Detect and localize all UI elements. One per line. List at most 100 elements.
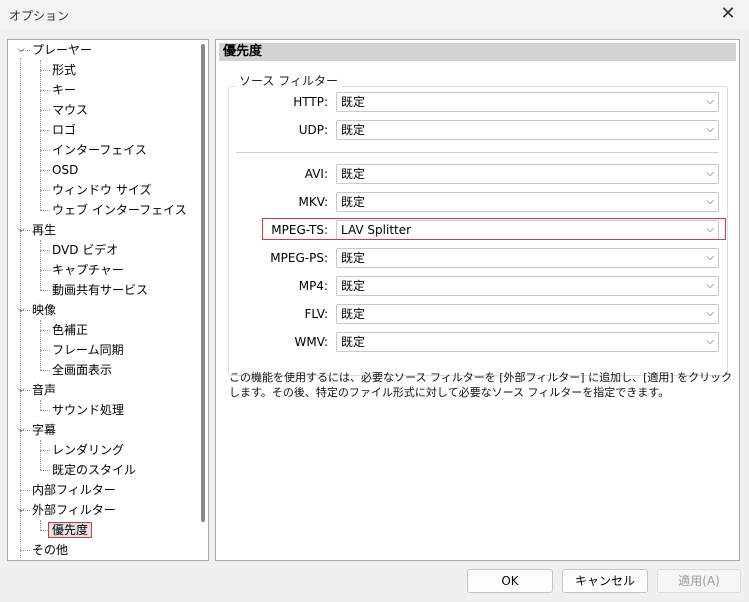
- filter-select[interactable]: 既定 ⌵: [336, 248, 719, 268]
- tree-item[interactable]: キー: [52, 80, 76, 100]
- filter-label: UDP:: [298, 123, 328, 137]
- tree-connector: [40, 130, 50, 131]
- filter-select[interactable]: 既定 ⌵: [336, 304, 719, 324]
- tree-connector: [40, 60, 41, 210]
- tree-item[interactable]: DVD ビデオ: [52, 240, 118, 260]
- tree-category[interactable]: ⌵ 再生: [17, 220, 57, 240]
- chevron-down-icon[interactable]: ⌵: [15, 420, 27, 440]
- tree-item-label: 形式: [52, 63, 77, 77]
- settings-panel: 優先度 ソース フィルター HTTP: 既定 ⌵ UDP: 既定 ⌵ AVI: 既定 ⌵ MKV:…: [215, 39, 740, 561]
- filter-select[interactable]: 既定 ⌵: [336, 192, 719, 212]
- chevron-down-icon[interactable]: ⌵: [15, 300, 27, 320]
- filter-label: MKV:: [298, 195, 329, 209]
- tree-item[interactable]: 既定のスタイル: [52, 460, 136, 480]
- tree-item-label: フレーム同期: [52, 343, 124, 357]
- ok-button[interactable]: OK: [467, 569, 553, 593]
- apply-button[interactable]: 適用(A): [657, 569, 741, 593]
- tree-connector: [40, 240, 41, 290]
- filter-select[interactable]: 既定 ⌵: [336, 120, 719, 140]
- tree-category[interactable]: その他: [32, 540, 68, 560]
- tree-category[interactable]: ⌵ プレーヤー: [17, 40, 92, 60]
- tree-item[interactable]: 形式: [52, 60, 76, 80]
- tree-item-label: 動画共有サービス: [52, 283, 149, 297]
- highlight-box: [262, 218, 726, 240]
- filter-select-value: 既定: [341, 123, 366, 137]
- cancel-button[interactable]: キャンセル: [562, 569, 648, 593]
- tree-item-label: 音声: [32, 383, 57, 397]
- chevron-down-icon[interactable]: ⌵: [15, 40, 27, 60]
- tree-connector: [40, 520, 41, 530]
- chevron-down-icon: ⌵: [706, 168, 714, 179]
- filter-select[interactable]: 既定 ⌵: [336, 164, 719, 184]
- filter-select-value: 既定: [341, 335, 366, 349]
- tree-item[interactable]: ウィンドウ サイズ: [52, 180, 151, 200]
- tree-item-label: レンダリング: [52, 443, 125, 457]
- tree-connector: [40, 320, 41, 370]
- tree-item[interactable]: 全画面表示: [52, 360, 112, 380]
- tree-item-label: ロゴ: [52, 123, 77, 137]
- tree-item-label: 再生: [32, 223, 57, 237]
- tree-item[interactable]: 動画共有サービス: [52, 280, 148, 300]
- tree-item[interactable]: インターフェイス: [52, 140, 147, 160]
- tree-item[interactable]: レンダリング: [52, 440, 124, 460]
- tree-item-label: 映像: [32, 303, 57, 317]
- tree-item-label: 優先度: [47, 522, 93, 538]
- tree-item[interactable]: ウェブ インターフェイス: [52, 200, 187, 220]
- tree-item[interactable]: マウス: [52, 100, 88, 120]
- tree-category[interactable]: ⌵ 映像: [17, 300, 57, 320]
- filter-label: HTTP:: [293, 95, 328, 109]
- filter-select-value: 既定: [341, 95, 366, 109]
- tree-item[interactable]: フレーム同期: [52, 340, 124, 360]
- tree-category[interactable]: ⌵ 音声: [17, 380, 57, 400]
- tree-category[interactable]: ⌵ 外部フィルター: [17, 500, 116, 520]
- tree-category[interactable]: 内部フィルター: [32, 480, 116, 500]
- tree-item-label: ウィンドウ サイズ: [52, 183, 152, 197]
- chevron-down-icon[interactable]: ⌵: [15, 500, 27, 520]
- panel-header: 優先度: [219, 43, 736, 61]
- separator: [236, 152, 719, 153]
- tree-connector: [40, 370, 50, 371]
- chevron-down-icon[interactable]: ⌵: [15, 380, 27, 400]
- tree-connector: [40, 210, 50, 211]
- tree-connector: [40, 410, 50, 411]
- tree-category[interactable]: ⌵ 字幕: [17, 420, 57, 440]
- tree-connector: [40, 450, 50, 451]
- tree-item[interactable]: 色補正: [52, 320, 88, 340]
- chevron-down-icon: ⌵: [706, 308, 714, 319]
- tree-connector: [40, 330, 50, 331]
- tree-item[interactable]: サウンド処理: [52, 400, 124, 420]
- tree-item[interactable]: OSD: [52, 160, 78, 180]
- tree-item[interactable]: キャプチャー: [52, 260, 124, 280]
- chevron-down-icon: ⌵: [706, 124, 714, 135]
- tree-connector: [40, 400, 41, 410]
- tree-item-label: DVD ビデオ: [52, 243, 119, 257]
- tree-connector: [40, 470, 50, 471]
- tree-connector: [40, 350, 50, 351]
- tree-item-label: 字幕: [32, 423, 57, 437]
- tree-scroll-thumb[interactable]: [201, 44, 205, 522]
- tree-connector: [20, 550, 30, 551]
- description-text: この機能を使用するには、必要なソース フィルターを [外部フィルター] に追加し…: [229, 371, 733, 399]
- tree-connector: [40, 90, 50, 91]
- tree-item[interactable]: 優先度: [47, 520, 93, 540]
- filter-label: WMV:: [294, 335, 329, 349]
- chevron-down-icon: ⌵: [706, 280, 714, 291]
- tree-item-label: キャプチャー: [52, 263, 124, 277]
- chevron-down-icon: ⌵: [706, 196, 714, 207]
- chevron-down-icon: ⌵: [706, 96, 714, 107]
- tree-scrollbar[interactable]: [199, 42, 207, 558]
- group-label: ソース フィルター: [236, 72, 341, 89]
- tree-item-label: 内部フィルター: [32, 483, 116, 497]
- filter-label: AVI:: [304, 167, 328, 181]
- filter-select[interactable]: 既定 ⌵: [336, 276, 719, 296]
- tree-item-label: その他: [32, 543, 69, 557]
- chevron-down-icon[interactable]: ⌵: [15, 220, 27, 240]
- close-icon[interactable]: ✕: [715, 2, 741, 28]
- filter-select-value: 既定: [341, 195, 366, 209]
- tree-item-label: マウス: [52, 103, 89, 117]
- filter-select[interactable]: 既定 ⌵: [336, 92, 719, 112]
- tree-item[interactable]: ロゴ: [52, 120, 76, 140]
- filter-select[interactable]: 既定 ⌵: [336, 332, 719, 352]
- tree-item-label: 外部フィルター: [32, 503, 116, 517]
- tree-item-label: 既定のスタイル: [52, 463, 137, 477]
